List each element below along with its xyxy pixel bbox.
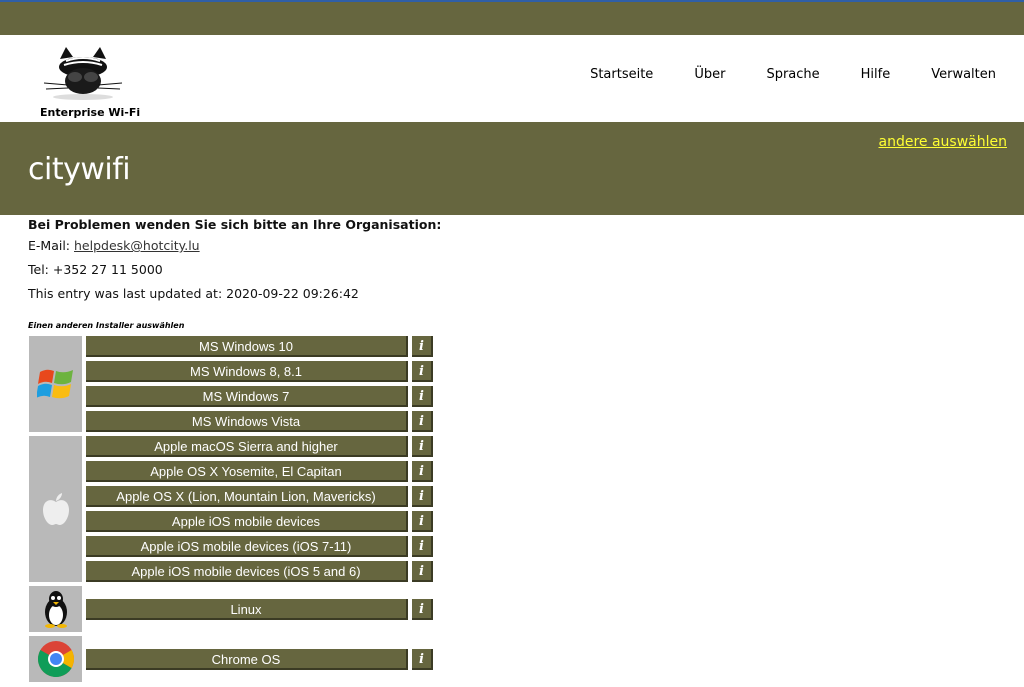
cat-logo-icon[interactable] <box>40 45 126 105</box>
installer-row: Apple macOS Sierra and higher i <box>86 436 433 457</box>
installer-button-windows-7[interactable]: MS Windows 7 <box>86 386 408 407</box>
installer-row: Apple OS X (Lion, Mountain Lion, Maveric… <box>86 486 433 507</box>
installer-heading: Einen anderen Installer auswählen <box>28 321 185 330</box>
nav-sprache[interactable]: Sprache <box>766 67 819 82</box>
info-button[interactable]: i <box>412 386 433 407</box>
group-apple: Apple macOS Sierra and higher i Apple OS… <box>29 436 439 582</box>
tel-line: Tel: +352 27 11 5000 <box>28 262 163 277</box>
info-button[interactable]: i <box>412 648 433 670</box>
problems-heading: Bei Problemen wenden Sie sich bitte an I… <box>28 217 442 232</box>
info-button[interactable]: i <box>412 486 433 507</box>
nav-startseite[interactable]: Startseite <box>590 67 653 82</box>
info-button[interactable]: i <box>412 336 433 357</box>
installer-row: Apple iOS mobile devices (iOS 5 and 6) i <box>86 561 433 582</box>
installer-button-windows-8[interactable]: MS Windows 8, 8.1 <box>86 361 408 382</box>
installer-button-windows-10[interactable]: MS Windows 10 <box>86 336 408 357</box>
installer-row: Linux i <box>86 598 433 620</box>
installer-button-windows-vista[interactable]: MS Windows Vista <box>86 411 408 432</box>
windows-logo-icon <box>29 336 82 432</box>
tux-penguin-icon <box>29 586 82 632</box>
info-button[interactable]: i <box>412 511 433 532</box>
info-button[interactable]: i <box>412 598 433 620</box>
top-band <box>0 2 1024 35</box>
info-button[interactable]: i <box>412 436 433 457</box>
page-title: citywifi <box>28 152 131 187</box>
info-button[interactable]: i <box>412 361 433 382</box>
apple-logo-icon <box>29 436 82 582</box>
installer-button-ios-5-6[interactable]: Apple iOS mobile devices (iOS 5 and 6) <box>86 561 408 582</box>
installer-button-macos-sierra[interactable]: Apple macOS Sierra and higher <box>86 436 408 457</box>
installer-button-ios-7-11[interactable]: Apple iOS mobile devices (iOS 7-11) <box>86 536 408 557</box>
nav-hilfe[interactable]: Hilfe <box>861 67 891 82</box>
group-chrome: Chrome OS i <box>29 636 439 682</box>
updated-line: This entry was last updated at: 2020-09-… <box>28 286 359 301</box>
installer-row: MS Windows 8, 8.1 i <box>86 361 433 382</box>
installer-row: Chrome OS i <box>86 648 433 670</box>
title-band: citywifi andere auswählen <box>0 122 1024 215</box>
installer-list: MS Windows 10 i MS Windows 8, 8.1 i MS W… <box>29 336 439 686</box>
email-label: E-Mail: <box>28 238 71 253</box>
nav-ueber[interactable]: Über <box>694 67 725 82</box>
group-windows: MS Windows 10 i MS Windows 8, 8.1 i MS W… <box>29 336 439 432</box>
chrome-logo-icon <box>29 636 82 682</box>
info-button[interactable]: i <box>412 411 433 432</box>
email-line: E-Mail: helpdesk@hotcity.lu <box>28 236 441 260</box>
installer-button-ios[interactable]: Apple iOS mobile devices <box>86 511 408 532</box>
main-nav: Startseite Über Sprache Hilfe Verwalten <box>549 67 996 82</box>
email-link[interactable]: helpdesk@hotcity.lu <box>74 238 200 253</box>
installer-button-linux[interactable]: Linux <box>86 598 408 620</box>
support-info: Bei Problemen wenden Sie sich bitte an I… <box>28 217 441 308</box>
installer-row: MS Windows 10 i <box>86 336 433 357</box>
group-linux: Linux i <box>29 586 439 632</box>
select-other-link[interactable]: andere auswählen <box>879 134 1008 150</box>
installer-row: Apple iOS mobile devices (iOS 7-11) i <box>86 536 433 557</box>
site-header: Enterprise Wi-Fi Startseite Über Sprache… <box>0 35 1024 122</box>
info-button[interactable]: i <box>412 536 433 557</box>
installer-row: Apple OS X Yosemite, El Capitan i <box>86 461 433 482</box>
info-button[interactable]: i <box>412 461 433 482</box>
installer-row: MS Windows Vista i <box>86 411 433 432</box>
installer-button-chrome-os[interactable]: Chrome OS <box>86 648 408 670</box>
installer-button-osx-yosemite[interactable]: Apple OS X Yosemite, El Capitan <box>86 461 408 482</box>
installer-row: Apple iOS mobile devices i <box>86 511 433 532</box>
nav-verwalten[interactable]: Verwalten <box>931 67 996 82</box>
installer-row: MS Windows 7 i <box>86 386 433 407</box>
installer-button-osx-lion[interactable]: Apple OS X (Lion, Mountain Lion, Maveric… <box>86 486 408 507</box>
info-button[interactable]: i <box>412 561 433 582</box>
logo-caption: Enterprise Wi-Fi <box>40 106 141 119</box>
